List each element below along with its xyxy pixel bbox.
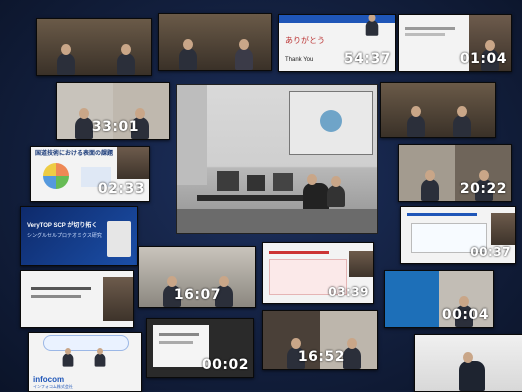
video-thumbnail-18[interactable] bbox=[414, 334, 522, 392]
person-icon bbox=[117, 44, 135, 75]
video-thumbnail-11[interactable]: 16:07 bbox=[138, 246, 256, 308]
video-duration: 01:04 bbox=[459, 51, 507, 67]
person-icon bbox=[57, 44, 75, 75]
person-icon bbox=[421, 170, 439, 201]
video-thumbnail-14[interactable]: 00:04 bbox=[384, 270, 494, 328]
person-icon bbox=[407, 106, 425, 137]
video-duration: 33:01 bbox=[91, 119, 139, 135]
video-thumbnail-1[interactable] bbox=[36, 18, 152, 76]
video-duration: 16:52 bbox=[297, 349, 345, 365]
person-icon bbox=[75, 108, 93, 139]
slide-text: 国道技術における表面の課題 bbox=[35, 151, 114, 157]
video-thumbnail-5[interactable]: 33:01 bbox=[56, 82, 170, 140]
video-thumbnail-4[interactable]: 01:04 bbox=[398, 14, 512, 72]
person-icon bbox=[94, 347, 106, 367]
video-thumbnail-7[interactable]: 国道技術における表面の課題 02:33 bbox=[30, 146, 150, 202]
projector-screen bbox=[289, 91, 373, 155]
video-thumbnail-6[interactable] bbox=[380, 82, 496, 138]
video-thumbnail-8[interactable]: 20:22 bbox=[398, 144, 512, 202]
video-gallery-screen: { "tiles": [ {"id":"t1", "duration":""},… bbox=[0, 0, 522, 392]
person-icon bbox=[365, 15, 379, 36]
person-icon bbox=[459, 352, 485, 391]
video-duration: 54:37 bbox=[343, 51, 391, 67]
slide-text: インフォコム株式会社 bbox=[33, 384, 73, 389]
video-thumbnail-16[interactable]: 00:02 bbox=[146, 318, 254, 378]
person-icon bbox=[453, 106, 471, 137]
video-duration: 03:39 bbox=[328, 285, 369, 299]
video-duration: 16:07 bbox=[173, 287, 221, 303]
video-thumbnail-2[interactable] bbox=[158, 13, 272, 71]
video-duration: 20:22 bbox=[459, 181, 507, 197]
video-thumbnail-12[interactable]: 03:39 bbox=[262, 242, 374, 304]
brand-logo: infocom bbox=[33, 375, 65, 384]
person-icon bbox=[179, 39, 197, 70]
video-duration: 02:33 bbox=[97, 181, 145, 197]
slide-subtext: シングルセルプロテオミクス研究 bbox=[27, 233, 102, 239]
conference-room-photo bbox=[176, 84, 378, 234]
person-icon bbox=[235, 39, 253, 70]
video-duration: 00:02 bbox=[201, 357, 249, 373]
video-thumbnail-17[interactable]: 16:52 bbox=[262, 310, 378, 370]
video-thumbnail-3[interactable]: ありがとう Thank You 54:37 bbox=[278, 14, 396, 72]
video-duration: 00:37 bbox=[470, 245, 511, 259]
person-icon bbox=[327, 176, 345, 207]
person-icon bbox=[62, 347, 74, 367]
slide-title: VeryTOP SCP が切り拓く bbox=[27, 223, 98, 229]
video-thumbnail-9[interactable]: VeryTOP SCP が切り拓く シングルセルプロテオミクス研究 bbox=[20, 206, 138, 266]
video-thumbnail-13[interactable] bbox=[20, 270, 134, 328]
slide-text: ありがとう bbox=[285, 36, 325, 45]
video-duration: 00:04 bbox=[441, 307, 489, 323]
person-icon bbox=[343, 338, 361, 369]
video-thumbnail-15[interactable]: infocom インフォコム株式会社 bbox=[28, 332, 142, 392]
video-thumbnail-10[interactable]: 00:37 bbox=[400, 206, 516, 264]
slide-subtext: Thank You bbox=[285, 57, 314, 63]
